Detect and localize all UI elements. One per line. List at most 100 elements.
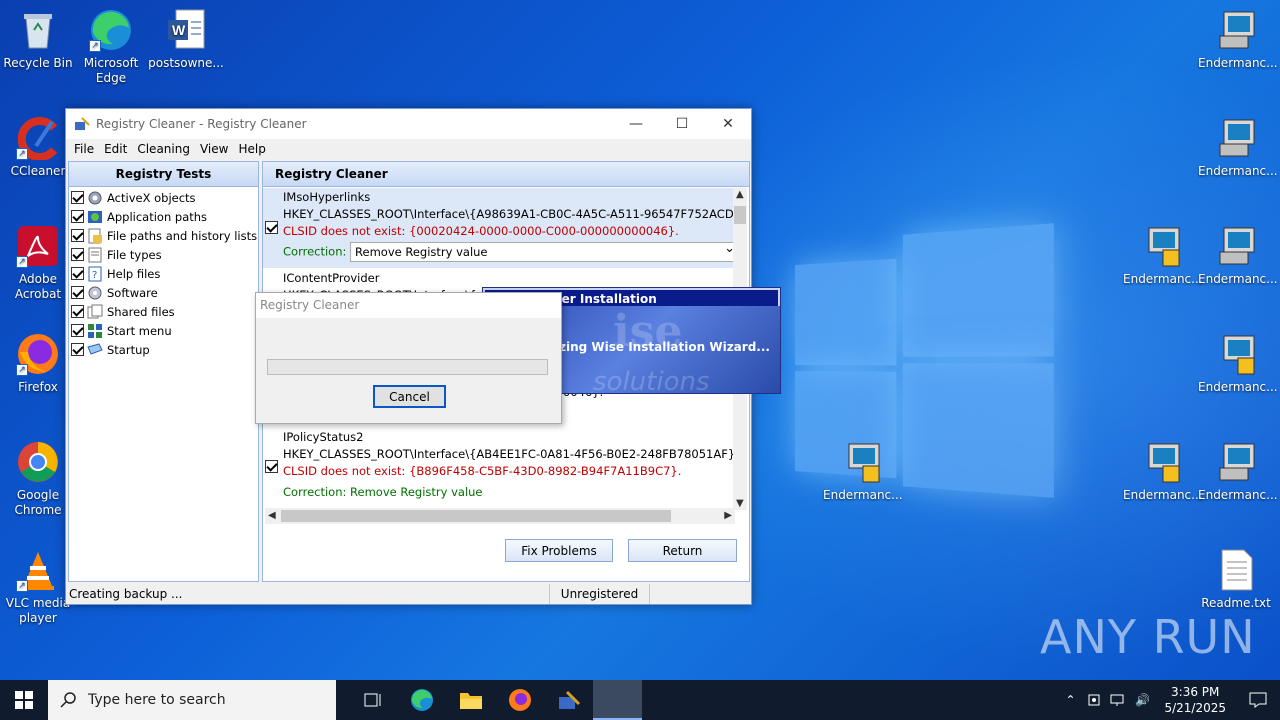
scroll-thumb[interactable] (281, 510, 671, 522)
scroll-right-icon[interactable]: ▶ (724, 510, 732, 521)
test-label: File types (107, 247, 162, 262)
test-item[interactable]: ActiveX objects (69, 188, 258, 207)
desktop-icon-installer[interactable]: Endermanc... (823, 440, 903, 503)
list-item[interactable]: IPolicyStatus2 HKEY_CLASSES_ROOT\Interfa… (263, 428, 735, 508)
installer-icon (1214, 332, 1258, 376)
status-text: Creating backup ... (66, 584, 550, 604)
fix-problems-button[interactable]: Fix Problems (505, 539, 613, 562)
scroll-thumb[interactable] (734, 206, 746, 224)
desktop-icon-installer[interactable]: Endermanc... (1198, 8, 1278, 71)
registry-tests-panel: Registry Tests ActiveX objects Applicati… (68, 161, 259, 582)
notification-icon[interactable] (1236, 680, 1280, 720)
registry-cleaner-app-icon (558, 690, 580, 709)
taskbar-search-box[interactable]: Type here to search (48, 680, 336, 720)
volume-icon[interactable]: 🔊 (1130, 680, 1154, 720)
menu-view[interactable]: View (195, 142, 233, 156)
test-checkbox[interactable] (71, 210, 84, 223)
scroll-left-icon[interactable]: ◀ (268, 510, 276, 521)
test-item[interactable]: Application paths (69, 207, 258, 226)
taskbar-firefox[interactable] (495, 680, 544, 720)
cancel-button[interactable]: Cancel (373, 385, 446, 408)
test-checkbox[interactable] (71, 229, 84, 242)
installer-icon (1214, 8, 1258, 52)
start-button[interactable] (0, 680, 48, 720)
network-icon[interactable] (1106, 680, 1130, 720)
test-checkbox[interactable] (71, 267, 84, 280)
test-checkbox[interactable] (71, 305, 84, 318)
scroll-up-icon[interactable]: ▲ (736, 189, 744, 200)
edge-icon (410, 689, 433, 711)
test-item[interactable]: Startup (69, 340, 258, 359)
test-item[interactable]: File types (69, 245, 258, 264)
test-item[interactable]: File paths and history lists (69, 226, 258, 245)
test-item[interactable]: ? Help files (69, 264, 258, 283)
test-checkbox[interactable] (71, 248, 84, 261)
correction-dropdown[interactable]: Remove Registry value (350, 240, 735, 262)
desktop-icon-label: Recycle Bin (3, 56, 73, 70)
task-view-icon (364, 693, 380, 707)
horizontal-scrollbar[interactable]: ◀ ▶ (265, 508, 735, 524)
desktop-icon-installer[interactable]: Endermanc... (1198, 224, 1278, 287)
desktop-icon-label: Readme.txt (1201, 596, 1271, 610)
issue-checkbox[interactable] (265, 460, 278, 473)
close-button[interactable]: ✕ (705, 109, 751, 139)
tray-device-icon[interactable] (1082, 680, 1106, 720)
desktop-icon-edge[interactable]: ↗ Microsoft Edge (73, 8, 149, 86)
tray-overflow-icon[interactable]: ⌃ (1058, 680, 1082, 720)
taskbar-active-window[interactable] (593, 680, 642, 720)
minimize-button[interactable]: — (613, 109, 659, 139)
scroll-down-icon[interactable]: ▼ (736, 498, 744, 509)
list-item[interactable]: IMsoHyperlinks HKEY_CLASSES_ROOT\Interfa… (263, 188, 735, 268)
menu-edit[interactable]: Edit (99, 142, 132, 156)
taskbar-registry-cleaner[interactable] (544, 680, 593, 720)
test-label: Start menu (107, 323, 172, 338)
desktop-icon-installer[interactable]: Endermanc... (1198, 332, 1278, 395)
issue-checkbox[interactable] (265, 221, 278, 234)
taskbar-file-explorer[interactable] (446, 680, 495, 720)
task-view-button[interactable] (348, 680, 397, 720)
desktop-icon-installer[interactable]: Endermanc... (1198, 116, 1278, 179)
test-checkbox[interactable] (71, 191, 84, 204)
gear-icon (88, 191, 102, 204)
menu-bar: File Edit Cleaning View Help (66, 139, 751, 159)
menu-file[interactable]: File (69, 142, 99, 156)
issue-name: IContentProvider (283, 271, 380, 285)
test-checkbox[interactable] (71, 324, 84, 337)
ccleaner-icon: ↗ (16, 116, 60, 161)
progress-bar (267, 359, 548, 375)
desktop-icon-readme[interactable]: Readme.txt (1198, 548, 1274, 611)
svg-text:?: ? (92, 270, 97, 281)
menu-help[interactable]: Help (233, 142, 270, 156)
return-button[interactable]: Return (628, 539, 737, 562)
test-checkbox[interactable] (71, 343, 84, 356)
desktop-icon-label: Endermanc... (1123, 488, 1203, 502)
desktop-icon-word-doc[interactable]: W postsowne... (148, 8, 224, 71)
taskbar-edge[interactable] (397, 680, 446, 720)
test-item[interactable]: Software (69, 283, 258, 302)
correction-value[interactable]: Remove Registry value (350, 485, 482, 499)
desktop-icon-installer[interactable]: Endermanc... (1123, 440, 1203, 503)
test-item[interactable]: Shared files (69, 302, 258, 321)
firefox-icon (508, 689, 531, 711)
correction-label: Correction: (283, 485, 347, 499)
desktop-icon-label: Endermanc... (1198, 488, 1278, 502)
desktop-icon-recycle-bin[interactable]: Recycle Bin (0, 8, 76, 71)
chrome-icon (16, 440, 60, 484)
desktop-icon-installer[interactable]: Endermanc... (1198, 440, 1278, 503)
clock[interactable]: 3:36 PM 5/21/2025 (1154, 684, 1236, 716)
registry-cleaner-app-icon (75, 117, 90, 130)
desktop-icon-installer[interactable]: Endermanc... (1123, 224, 1203, 287)
issue-error: CLSID does not exist: {00020424-0000-000… (283, 224, 679, 238)
test-checkbox[interactable] (71, 286, 84, 299)
progress-dialog[interactable]: Registry Cleaner Cancel (255, 292, 562, 424)
firefox-icon: ↗ (16, 332, 60, 376)
maximize-button[interactable]: ☐ (659, 109, 705, 139)
test-item[interactable]: Start menu (69, 321, 258, 340)
registry-tests-title: Registry Tests (69, 162, 258, 187)
issue-error: CLSID does not exist: {B896F458-C5BF-43D… (283, 464, 682, 478)
progress-dialog-title[interactable]: Registry Cleaner (256, 293, 561, 318)
menu-cleaning[interactable]: Cleaning (132, 142, 195, 156)
installer-icon (1139, 224, 1183, 268)
title-bar[interactable]: Registry Cleaner - Registry Cleaner — ☐ … (66, 109, 751, 139)
test-label: Help files (107, 266, 161, 281)
